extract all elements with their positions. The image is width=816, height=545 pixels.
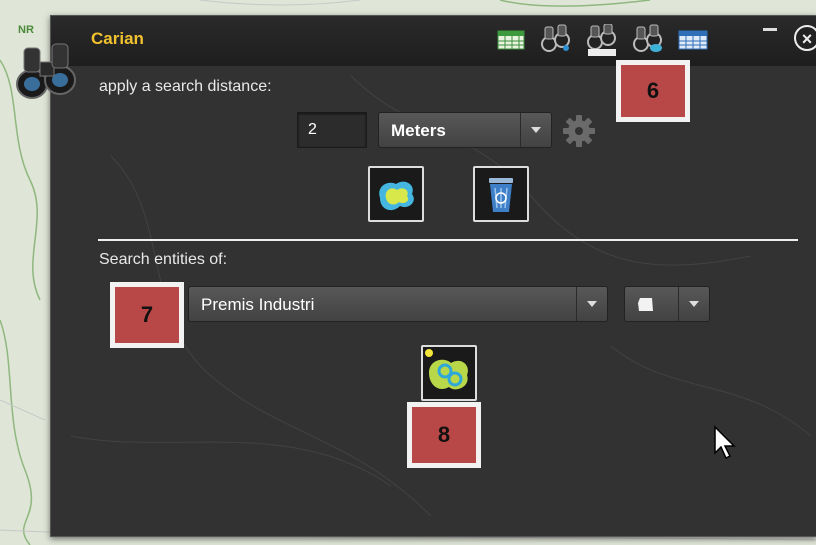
search-distance-label: apply a search distance: [99, 78, 272, 95]
annotation-marker-6: 6 [616, 60, 690, 122]
binoculars-search-icon[interactable] [540, 24, 572, 54]
search-entities-label: Search entities of: [99, 251, 228, 268]
entity-search-icon [425, 349, 468, 390]
table-icon[interactable] [497, 30, 525, 50]
mouse-cursor-icon [714, 425, 736, 460]
buffer-area-icon [379, 181, 414, 211]
close-button[interactable]: × [794, 25, 816, 51]
chevron-down-icon[interactable] [520, 113, 551, 147]
binoculars-logo-icon [16, 43, 76, 99]
search-entities-button[interactable] [421, 345, 477, 401]
chevron-down-icon[interactable] [678, 287, 709, 321]
minimize-button[interactable] [763, 28, 777, 31]
annotation-marker-7: 7 [110, 282, 184, 348]
window-title: Carian [91, 29, 144, 48]
polygon-shape-icon [638, 298, 653, 311]
geometry-type-select[interactable] [624, 286, 710, 322]
buffer-area-button[interactable] [368, 166, 424, 222]
binoculars-spatial-icon[interactable] [632, 24, 664, 54]
grid-table-icon[interactable] [678, 30, 708, 50]
distance-input[interactable] [297, 112, 367, 148]
map-label: NR [18, 24, 34, 36]
section-divider [98, 239, 798, 241]
unit-select-value: Meters [391, 121, 446, 140]
layer-select-value: Premis Industri [201, 295, 315, 314]
layer-select[interactable]: Premis Industri [188, 286, 608, 322]
recycle-bin-icon [489, 178, 513, 212]
unit-select[interactable]: Meters [378, 112, 552, 148]
annotation-marker-8: 8 [407, 402, 481, 468]
clear-trash-button[interactable] [473, 166, 529, 222]
gear-icon[interactable] [562, 114, 596, 148]
chevron-down-icon[interactable] [576, 287, 607, 321]
binoculars-attribute-icon[interactable] [586, 24, 618, 56]
